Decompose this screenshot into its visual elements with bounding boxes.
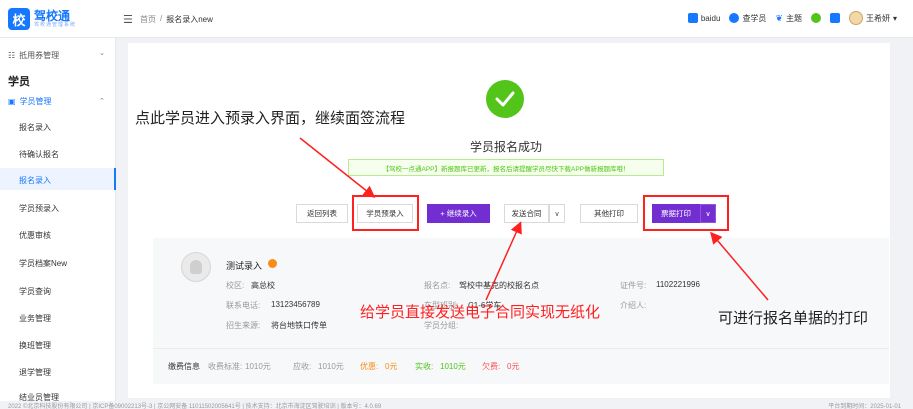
footer-expiry: 平台到期时间：2025-01-01 [828, 404, 901, 409]
footer-copyright: 2022 ©北京科技股份有限公司 | 京ICP备09002213号-3 | 京公… [8, 404, 382, 409]
annotation-arrows [299, 137, 769, 301]
annotation-print: 可进行报名单据的打印 [718, 310, 869, 327]
annotation-pre-entry: 点此学员进入预录入界面，继续面签流程 [135, 110, 406, 127]
arrow-to-receipt-print [710, 231, 769, 301]
arrow-to-send-contract [485, 221, 522, 301]
annotation-contract: 给学员直接发送电子合同实现无纸化 [360, 304, 601, 321]
footer: 2022 ©北京科技股份有限公司 | 京ICP备09002213号-3 | 京公… [0, 401, 913, 409]
arrow-to-pre-entry [299, 137, 376, 198]
